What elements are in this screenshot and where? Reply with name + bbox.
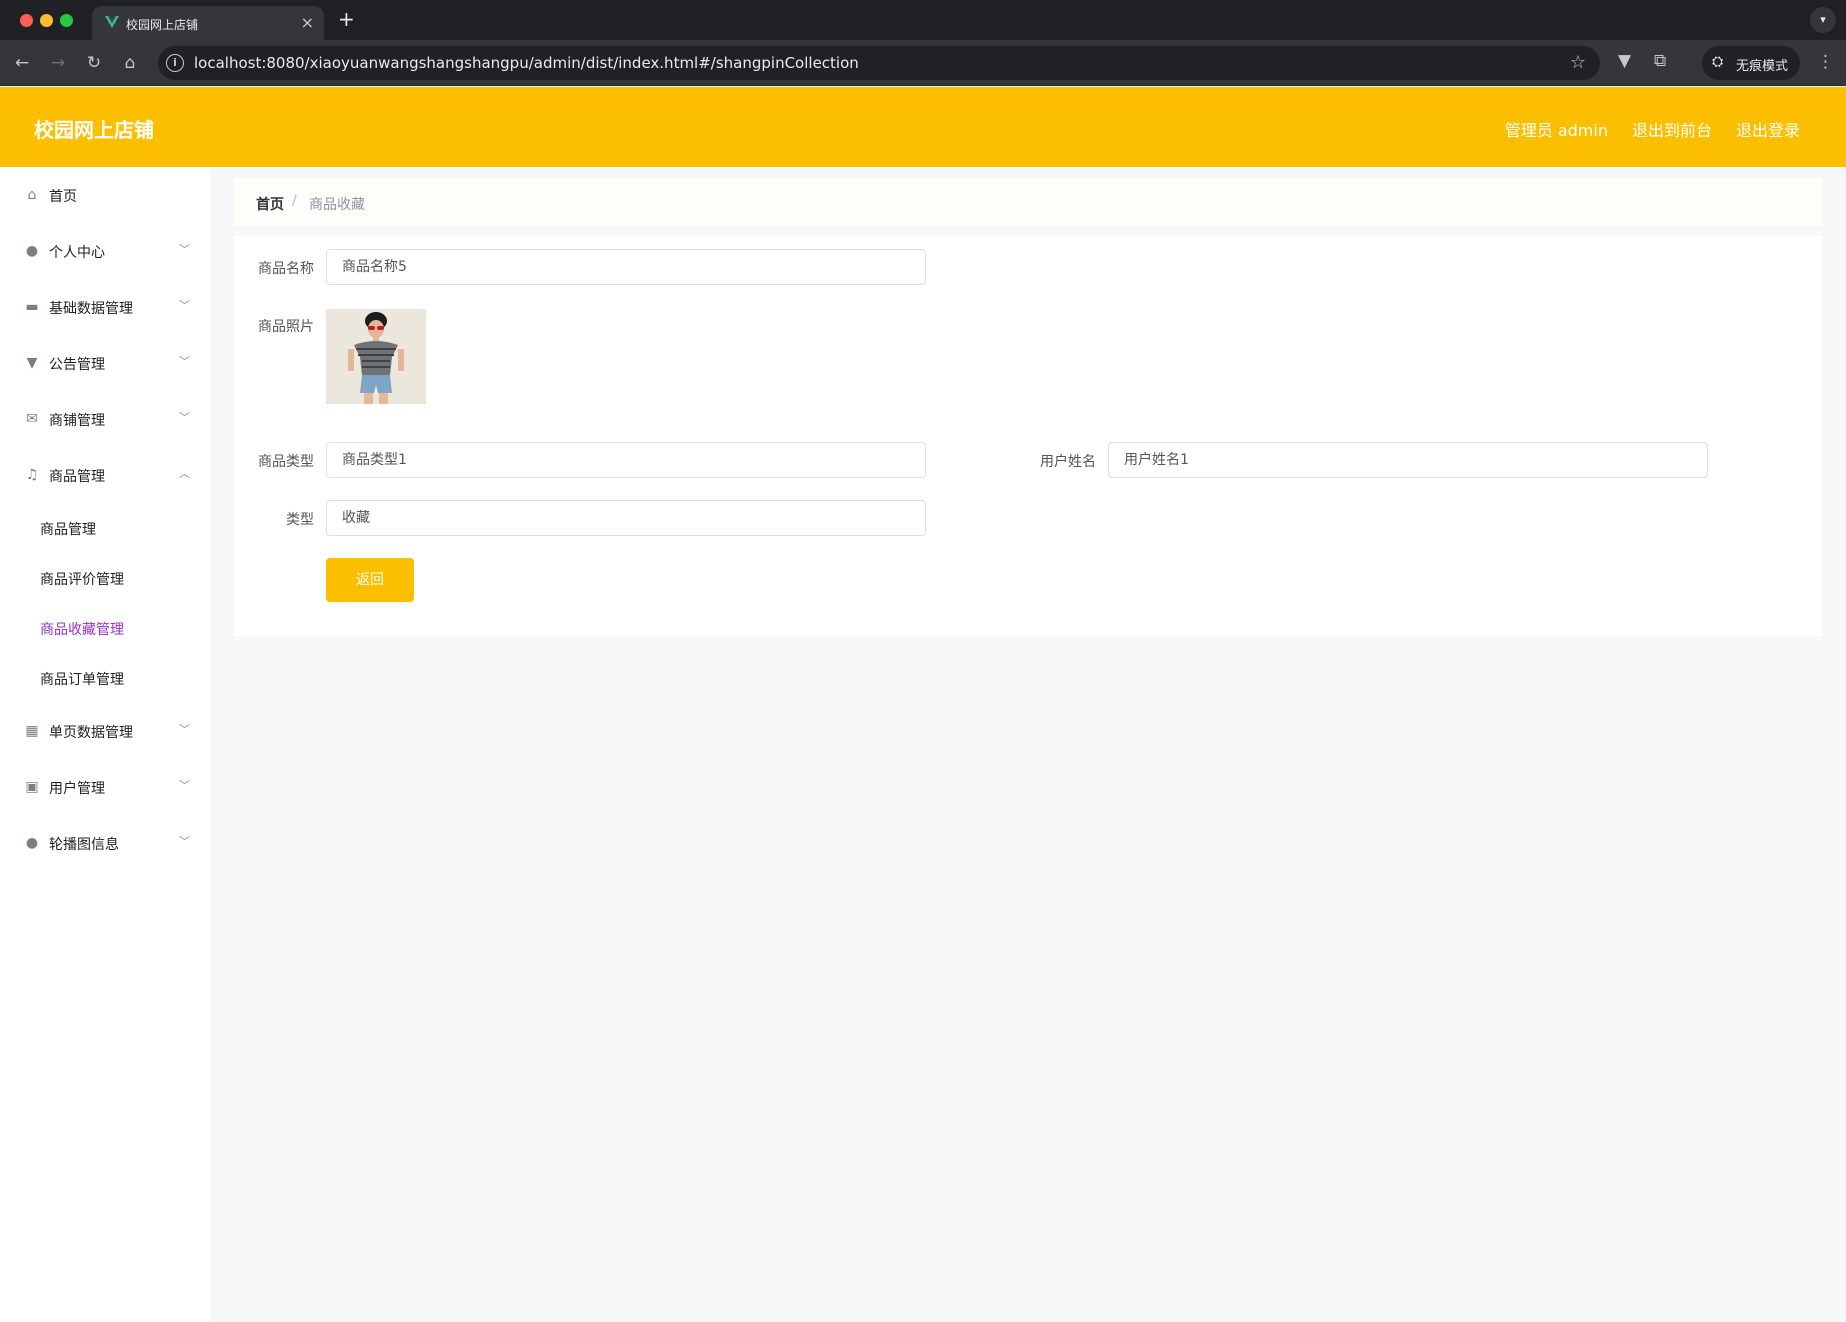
monitor-icon: ▬ [25, 299, 39, 315]
sidebar-subitem-label: 商品订单管理 [40, 672, 124, 688]
tab-search-chevron-icon[interactable]: ▾ [1810, 7, 1836, 33]
header-links: 管理员 admin 退出到前台 退出登录 [1505, 117, 1800, 141]
sidebar-item-shop[interactable]: ✉ 商铺管理 ﹀ [0, 391, 210, 447]
sidebar-item-base-data[interactable]: ▬ 基础数据管理 ﹀ [0, 279, 210, 335]
breadcrumb-separator: / [292, 193, 297, 209]
brush-icon: ▼ [26, 355, 38, 371]
goods-name-label: 商品名称 [258, 261, 314, 277]
sidebar-item-label: 公告管理 [49, 357, 105, 373]
extensions-icon[interactable]: ⧉ [1654, 51, 1666, 71]
reload-icon[interactable]: ↻ [82, 51, 106, 75]
browser-menu-icon[interactable]: ⋮ [1817, 52, 1834, 72]
user-name-field[interactable]: 用户姓名1 [1108, 442, 1708, 478]
goods-name-field[interactable]: 商品名称5 [326, 249, 926, 285]
sidebar-item-profile[interactable]: ● 个人中心 ﹀ [0, 223, 210, 279]
chevron-down-icon: ﹀ [179, 723, 190, 736]
breadcrumb: 首页 / 商品收藏 [234, 178, 1822, 226]
app-header: 校园网上店铺 管理员 admin 退出到前台 退出登录 [0, 87, 1846, 167]
sidebar-subitem-goods-manage[interactable]: 商品管理 [0, 503, 210, 553]
user-name-label: 用户姓名 [1040, 454, 1096, 470]
sidebar-item-single-page[interactable]: ▦ 单页数据管理 ﹀ [0, 703, 210, 759]
vue-devtools-icon[interactable]: ▼ [1618, 51, 1631, 71]
breadcrumb-current: 商品收藏 [309, 197, 365, 213]
user-icon: ● [25, 835, 39, 851]
user-icon: ● [25, 243, 39, 259]
site-info-icon[interactable]: i [166, 54, 184, 72]
sidebar-item-home[interactable]: ⌂ 首页 [0, 167, 210, 223]
sidebar-subitem-label: 商品评价管理 [40, 572, 124, 588]
home-icon: ⌂ [27, 187, 37, 203]
sidebar-subitem-goods-review[interactable]: 商品评价管理 [0, 553, 210, 603]
address-bar[interactable]: i localhost:8080/xiaoyuanwangshangshangp… [158, 46, 1600, 80]
back-arrow-icon[interactable]: ← [10, 51, 34, 75]
to-frontend-link[interactable]: 退出到前台 [1632, 117, 1712, 141]
incognito-icon: ⛭ [1712, 54, 1724, 70]
sidebar-item-carousel[interactable]: ● 轮播图信息 ﹀ [0, 815, 210, 871]
clipboard-icon: ▣ [25, 779, 39, 795]
sidebar-subitem-label: 商品收藏管理 [40, 622, 124, 638]
sidebar-item-notice[interactable]: ▼ 公告管理 ﹀ [0, 335, 210, 391]
goods-photo-image [326, 309, 426, 404]
breadcrumb-home[interactable]: 首页 [256, 194, 284, 214]
browser-tab-bar: 校园网上店铺 × + ▾ [0, 0, 1846, 40]
sidebar-item-label: 轮播图信息 [49, 837, 119, 853]
new-tab-button[interactable]: + [338, 7, 355, 31]
sidebar-item-label: 商品管理 [49, 469, 105, 485]
tab-close-icon[interactable]: × [301, 13, 314, 32]
app-title: 校园网上店铺 [34, 118, 154, 142]
sidebar-subitem-label: 商品管理 [40, 522, 96, 538]
chevron-down-icon: ﹀ [179, 779, 190, 792]
bookmark-star-icon[interactable]: ☆ [1570, 52, 1586, 73]
sidebar-item-goods[interactable]: ♫ 商品管理 ︿ [0, 447, 210, 503]
sidebar-item-label: 单页数据管理 [49, 725, 133, 741]
chevron-down-icon: ﹀ [179, 355, 190, 368]
back-button[interactable]: 返回 [326, 558, 414, 602]
vue-logo-icon [105, 16, 119, 28]
maximize-window-button[interactable] [60, 14, 73, 27]
browser-toolbar: ← → ↻ ⌂ i localhost:8080/xiaoyuanwangsha… [0, 40, 1846, 86]
logout-link[interactable]: 退出登录 [1736, 117, 1800, 141]
sidebar-item-users[interactable]: ▣ 用户管理 ﹀ [0, 759, 210, 815]
sidebar-subitem-goods-collection[interactable]: 商品收藏管理 [0, 603, 210, 653]
detail-form: 商品名称 商品名称5 商品照片 商品类型 商品类型1 用户姓名 用户姓名1 类型… [234, 236, 1822, 636]
chevron-down-icon: ﹀ [179, 411, 190, 424]
sidebar: ⌂ 首页 ● 个人中心 ﹀ ▬ 基础数据管理 ﹀ ▼ 公告管理 ﹀ ✉ 商铺管理… [0, 167, 210, 1322]
incognito-label: 无痕模式 [1736, 59, 1789, 74]
sidebar-item-label: 基础数据管理 [49, 301, 133, 317]
kind-field[interactable]: 收藏 [326, 500, 926, 536]
goods-photo-label: 商品照片 [258, 319, 314, 335]
sidebar-item-label: 商铺管理 [49, 413, 105, 429]
tab-title: 校园网上店铺 [126, 18, 199, 32]
chevron-down-icon: ﹀ [179, 299, 190, 312]
goods-type-field[interactable]: 商品类型1 [326, 442, 926, 478]
sidebar-item-label: 个人中心 [49, 245, 105, 261]
chevron-up-icon: ︿ [179, 467, 190, 480]
kind-label: 类型 [286, 512, 314, 528]
microphone-icon: ♫ [25, 467, 39, 483]
browser-tab[interactable]: 校园网上店铺 × [92, 6, 324, 40]
close-window-button[interactable] [20, 14, 33, 27]
chevron-down-icon: ﹀ [179, 243, 190, 256]
url-text[interactable]: localhost:8080/xiaoyuanwangshangshangpu/… [194, 54, 859, 72]
home-icon[interactable]: ⌂ [118, 51, 142, 75]
admin-label: 管理员 admin [1504, 121, 1608, 140]
goods-type-label: 商品类型 [258, 454, 314, 470]
grid-icon: ▦ [25, 723, 39, 739]
minimize-window-button[interactable] [40, 14, 53, 27]
sidebar-item-label: 首页 [49, 189, 77, 205]
forward-arrow-icon[interactable]: → [46, 51, 70, 75]
sidebar-subitem-goods-order[interactable]: 商品订单管理 [0, 653, 210, 703]
sidebar-item-label: 用户管理 [49, 781, 105, 797]
goods-photo[interactable] [326, 309, 426, 404]
mail-icon: ✉ [26, 411, 38, 427]
incognito-indicator[interactable]: ⛭ 无痕模式 [1702, 46, 1800, 80]
chevron-down-icon: ﹀ [179, 835, 190, 848]
